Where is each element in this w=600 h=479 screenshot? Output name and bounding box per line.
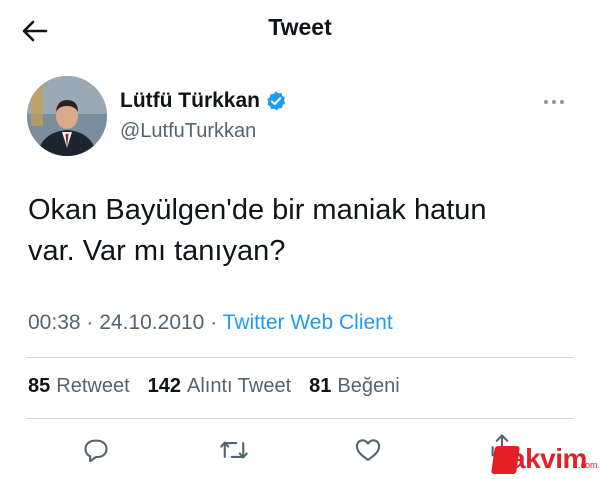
tweet-date[interactable]: 24.10.2010 <box>99 311 204 334</box>
tweet-stats: 85 Retweet 142 Alıntı Tweet 81 Beğeni <box>28 375 400 398</box>
tweet-meta: 00:38 · 24.10.2010 · Twitter Web Client <box>28 311 393 335</box>
like-stat[interactable]: 81 Beğeni <box>309 375 400 398</box>
quote-count: 142 <box>147 375 181 397</box>
tweet-time[interactable]: 00:38 <box>28 311 81 334</box>
retweet-button[interactable] <box>216 432 252 468</box>
reply-icon <box>84 439 108 463</box>
retweet-count: 85 <box>28 375 51 397</box>
divider <box>26 357 574 358</box>
retweet-stat[interactable]: 85 Retweet <box>28 375 130 398</box>
like-button[interactable] <box>350 432 386 468</box>
like-label: Beğeni <box>337 375 400 397</box>
author-name[interactable]: Lütfü Türkkan <box>120 89 260 113</box>
tweet-text-line: var. Var mı tanıyan? <box>28 235 286 267</box>
more-icon <box>544 100 548 104</box>
avatar[interactable] <box>27 76 107 156</box>
verified-badge-icon <box>267 91 286 111</box>
reply-button[interactable] <box>78 432 114 468</box>
author-name-row[interactable]: Lütfü Türkkan <box>120 89 287 113</box>
divider <box>26 418 574 419</box>
more-icon-dot <box>560 100 564 104</box>
retweet-icon <box>220 441 248 459</box>
meta-separator: · <box>86 311 94 334</box>
more-button[interactable] <box>544 92 574 112</box>
watermark-logo: akvim <box>510 443 587 475</box>
page-title: Tweet <box>268 14 332 40</box>
author-handle[interactable]: @LutfuTurkkan <box>120 120 256 143</box>
tweet-text: Okan Bayülgen'de bir maniak hatun var. V… <box>28 190 568 272</box>
quote-stat[interactable]: 142 Alıntı Tweet <box>148 375 292 398</box>
more-icon-dot <box>552 100 556 104</box>
watermark-text: akvim <box>510 443 587 474</box>
meta-separator: · <box>210 311 218 334</box>
tweet-text-line: Okan Bayülgen'de bir maniak hatun <box>28 194 487 226</box>
like-icon <box>355 439 381 461</box>
like-count: 81 <box>309 375 332 397</box>
retweet-label: Retweet <box>56 375 130 397</box>
tweet-source[interactable]: Twitter Web Client <box>223 311 393 334</box>
watermark-domain: .com.tr <box>578 460 600 470</box>
quote-label: Alıntı Tweet <box>187 375 292 397</box>
